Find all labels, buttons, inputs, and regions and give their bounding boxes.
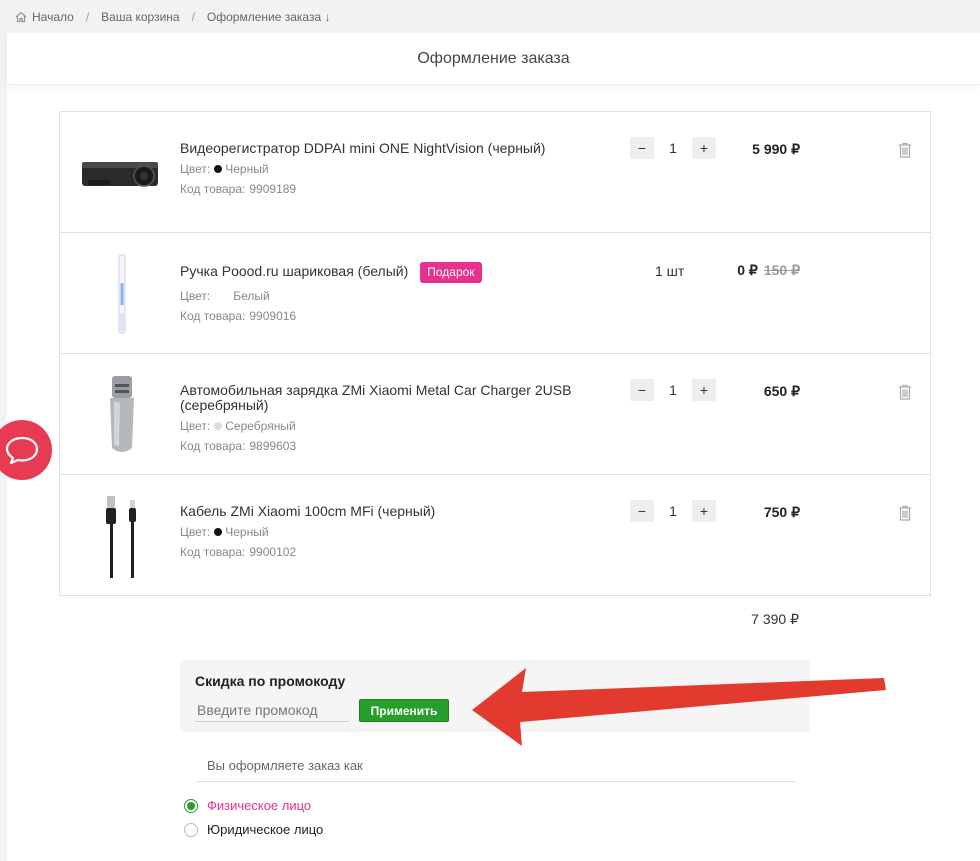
product-color: Цвет: Черный <box>180 525 600 539</box>
checkout-page: Оформление заказа Видеорегистратор DDPAI… <box>7 33 980 861</box>
product-name[interactable]: Автомобильная зарядка ZMi Xiaomi Metal C… <box>180 383 600 413</box>
item-price: 750 ₽ <box>763 504 800 520</box>
radio-button[interactable] <box>184 822 198 837</box>
cart-item-info: Видеорегистратор DDPAI mini ONE NightVis… <box>180 141 600 197</box>
cable-image[interactable] <box>78 493 166 581</box>
code-label: Код товара: <box>180 545 246 559</box>
product-name[interactable]: Видеорегистратор DDPAI mini ONE NightVis… <box>180 141 600 156</box>
color-value: Черный <box>225 525 269 539</box>
cart-item-info: Ручка Poood.ru шариковая (белый) Подарок … <box>180 262 600 323</box>
color-value: Белый <box>233 289 270 303</box>
promo-code-input[interactable] <box>195 699 349 722</box>
code-label: Код товара: <box>180 309 246 323</box>
trash-icon[interactable] <box>898 142 912 158</box>
breadcrumb-home-link[interactable]: Начало <box>32 10 74 24</box>
cart-item-info: Автомобильная зарядка ZMi Xiaomi Metal C… <box>180 383 600 454</box>
color-label: Цвет: <box>180 162 211 176</box>
product-color: Цвет: Белый <box>180 289 600 303</box>
pen-image[interactable] <box>78 251 166 339</box>
product-code: Код товара: 9900102 <box>180 545 600 559</box>
promo-code-block: Скидка по промокоду Применить <box>180 660 810 732</box>
product-code: Код товара: 9899603 <box>180 439 600 453</box>
order-as-heading: Вы оформляете заказ как <box>197 748 795 782</box>
radio-legal-entity[interactable]: Юридическое лицо <box>184 822 323 837</box>
code-label: Код товара: <box>180 439 246 453</box>
color-label: Цвет: <box>180 525 211 539</box>
color-swatch <box>214 422 223 430</box>
trash-icon[interactable] <box>898 505 912 521</box>
chat-icon <box>5 436 39 465</box>
cart-table: Видеорегистратор DDPAI mini ONE NightVis… <box>59 111 931 596</box>
color-swatch <box>214 165 223 173</box>
breadcrumb-cart-link[interactable]: Ваша корзина <box>101 10 179 24</box>
gift-price: 0 ₽ <box>737 262 758 278</box>
cart-row: Кабель ZMi Xiaomi 100cm MFi (черный) Цве… <box>60 475 930 596</box>
qty-decrease-button[interactable]: − <box>630 137 654 159</box>
product-color: Цвет: Серебряный <box>180 419 600 433</box>
qty-decrease-button[interactable]: − <box>630 379 654 401</box>
product-code: Код товара: 9909189 <box>180 182 600 196</box>
color-value: Серебряный <box>225 419 296 433</box>
breadcrumb: Начало / Ваша корзина / Оформление заказ… <box>0 0 980 33</box>
item-price: 650 ₽ <box>763 383 800 399</box>
code-value: 9909189 <box>249 182 297 196</box>
product-name[interactable]: Кабель ZMi Xiaomi 100cm MFi (черный) <box>180 504 600 519</box>
gift-badge: Подарок <box>420 262 482 283</box>
page-title: Оформление заказа <box>7 33 980 85</box>
cart-item-info: Кабель ZMi Xiaomi 100cm MFi (черный) Цве… <box>180 504 600 560</box>
cart-row: Автомобильная зарядка ZMi Xiaomi Metal C… <box>60 354 930 475</box>
breadcrumb-current: Оформление заказа ↓ <box>206 9 331 24</box>
color-label: Цвет: <box>180 419 211 433</box>
color-swatch <box>222 292 231 300</box>
qty-decrease-button[interactable]: − <box>630 500 654 522</box>
code-label: Код товара: <box>180 182 246 196</box>
item-price: 0 ₽ 150 ₽ <box>680 262 800 279</box>
dashcam-image[interactable] <box>78 130 166 218</box>
radio-individual[interactable]: Физическое лицо <box>184 798 311 813</box>
old-price: 150 ₽ <box>763 262 800 278</box>
car-charger-image[interactable] <box>78 372 166 460</box>
apply-promo-button[interactable]: Применить <box>359 699 449 722</box>
code-value: 9900102 <box>249 545 297 559</box>
product-name: Ручка Poood.ru шариковая (белый) Подарок <box>180 262 600 283</box>
item-price: 5 990 ₽ <box>752 141 800 157</box>
code-value: 9909016 <box>249 309 297 323</box>
code-value: 9899603 <box>249 439 297 453</box>
color-label: Цвет: <box>180 289 211 303</box>
radio-individual-label[interactable]: Физическое лицо <box>207 798 311 813</box>
color-value: Черный <box>225 162 269 176</box>
cart-total: 7 390 ₽ <box>751 611 799 627</box>
cart-row: Видеорегистратор DDPAI mini ONE NightVis… <box>60 112 930 233</box>
breadcrumb-separator: / <box>191 9 195 24</box>
product-name-text[interactable]: Ручка Poood.ru шариковая (белый) <box>180 263 408 279</box>
product-color: Цвет: Черный <box>180 162 600 176</box>
promo-title: Скидка по промокоду <box>195 673 346 689</box>
home-icon[interactable] <box>15 11 27 23</box>
product-code: Код товара: 9909016 <box>180 309 600 323</box>
radio-legal-entity-label[interactable]: Юридическое лицо <box>207 822 323 837</box>
radio-button-checked[interactable] <box>184 798 198 813</box>
color-swatch <box>214 528 223 536</box>
cart-row: Ручка Poood.ru шариковая (белый) Подарок … <box>60 233 930 354</box>
breadcrumb-separator: / <box>85 9 90 24</box>
trash-icon[interactable] <box>898 384 912 400</box>
